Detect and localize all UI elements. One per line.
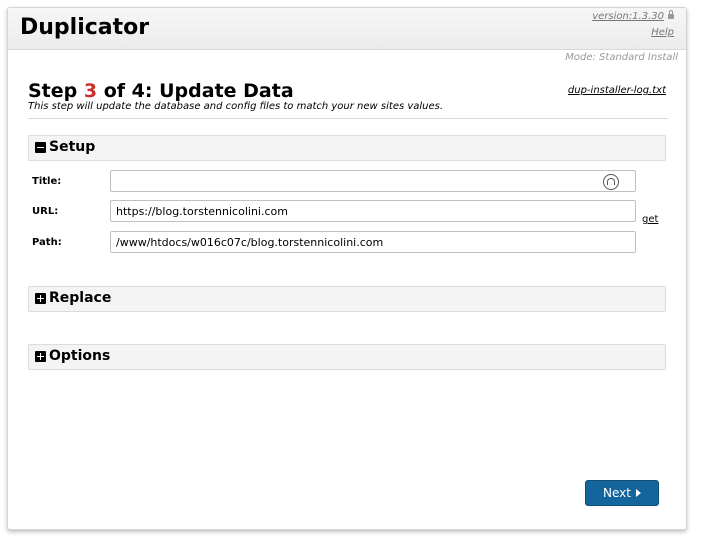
url-label: URL:: [32, 206, 59, 217]
step-number: 3: [83, 80, 98, 102]
path-input[interactable]: [110, 231, 636, 253]
options-section-label: Options: [49, 348, 111, 364]
setup-section-label: Setup: [49, 139, 96, 155]
next-button-label: Next: [603, 486, 631, 500]
path-label: Path:: [32, 237, 62, 248]
replace-section-label: Replace: [49, 290, 112, 306]
get-url-link[interactable]: get: [642, 214, 658, 225]
options-section-header[interactable]: Options: [28, 344, 666, 370]
brand-title: Duplicator: [20, 15, 150, 40]
setup-section-header[interactable]: Setup: [28, 135, 666, 161]
expand-icon: [35, 351, 46, 362]
step-suffix: of 4: Update Data: [103, 80, 294, 102]
collapse-icon: [35, 142, 46, 153]
installer-log-link[interactable]: dup-installer-log.txt: [568, 85, 666, 96]
header-bar: Duplicator version:1.3.30 Help: [8, 8, 686, 50]
next-button[interactable]: Next: [585, 480, 659, 506]
version-text: version:1.3.30: [592, 11, 664, 22]
help-link[interactable]: Help: [651, 27, 674, 38]
lock-icon: [668, 9, 674, 19]
version-link[interactable]: version:1.3.30: [592, 9, 674, 22]
expand-icon: [35, 293, 46, 304]
caret-right-icon: [635, 489, 641, 497]
title-label: Title:: [32, 176, 62, 187]
key-icon[interactable]: [603, 174, 619, 190]
divider: [28, 118, 668, 119]
page-title: Step 3 of 4: Update Data: [28, 80, 294, 102]
title-input[interactable]: [110, 170, 636, 192]
installer-frame: Duplicator version:1.3.30 Help Mode: Sta…: [7, 7, 687, 530]
step-prefix: Step: [28, 80, 78, 102]
url-input[interactable]: [110, 200, 636, 222]
replace-section-header[interactable]: Replace: [28, 286, 666, 312]
step-description: This step will update the database and c…: [28, 101, 444, 112]
mode-label: Mode: Standard Install: [565, 52, 678, 63]
